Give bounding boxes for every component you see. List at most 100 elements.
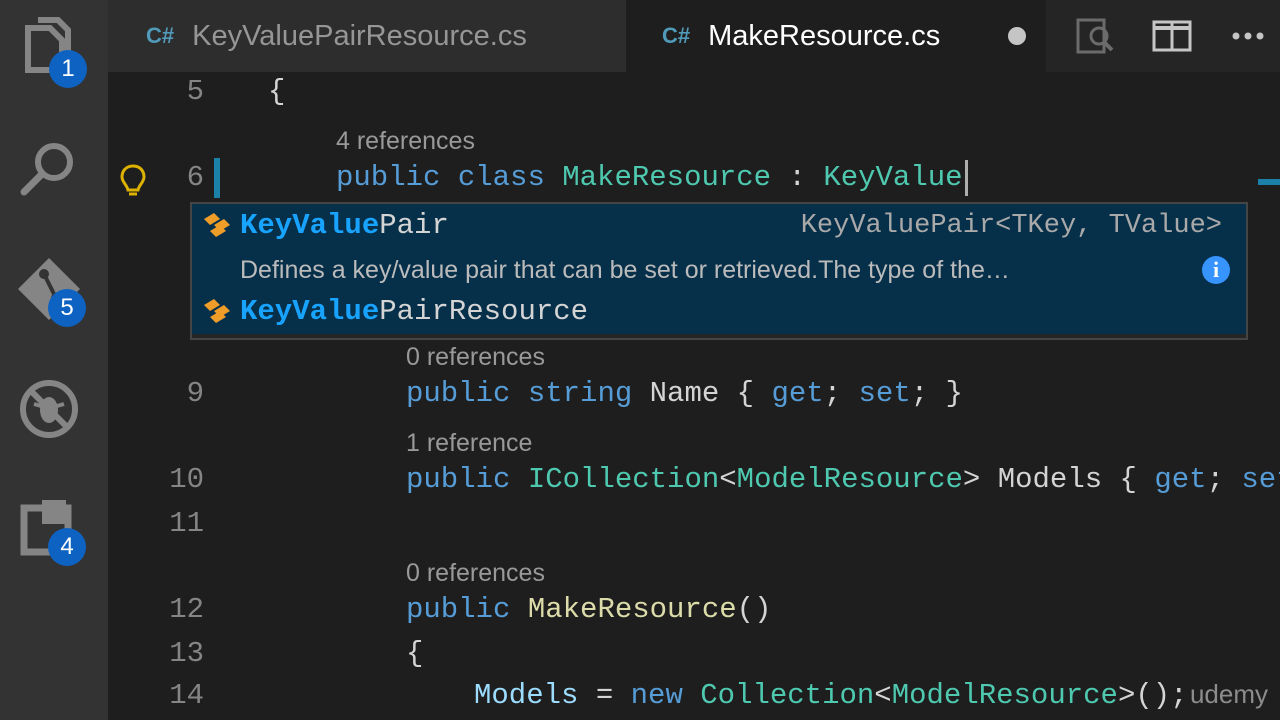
explorer-badge: 1 <box>49 50 87 88</box>
code-text: { <box>406 637 424 670</box>
code-token: >(); <box>1117 679 1188 712</box>
suggest-label: KeyValuePairResource <box>240 290 588 334</box>
suggest-match: KeyValue <box>240 209 380 242</box>
code-token: class <box>457 161 545 194</box>
code-text: public class MakeResource : KeyValue <box>336 158 963 198</box>
line-number: 6 <box>186 161 204 194</box>
code-line[interactable]: 6 public class MakeResource : KeyValue <box>108 158 1280 198</box>
csharp-icon: C# <box>146 23 175 48</box>
code-token: MakeResource <box>527 593 737 626</box>
tab-keyvaluepairresource[interactable]: C# KeyValuePairResource.cs <box>108 0 626 72</box>
code-token: = <box>578 679 631 712</box>
code-text: public MakeResource() <box>406 590 771 630</box>
debug-icon <box>20 380 78 438</box>
extensions-badge: 4 <box>48 528 86 566</box>
code-token: ModelResource <box>891 679 1118 712</box>
code-editor[interactable]: 5{4 references 6 public class MakeResource… <box>108 72 1280 720</box>
code-token: public <box>406 463 511 496</box>
code-token: get <box>771 377 824 410</box>
extensions-button[interactable]: 4 <box>14 494 86 566</box>
code-token: new <box>630 679 683 712</box>
code-line[interactable]: 5{ <box>108 72 1280 112</box>
suggest-documentation: Defines a key/value pair that can be set… <box>240 256 1010 284</box>
code-token: Collection <box>700 679 875 712</box>
code-token: string <box>527 377 633 410</box>
code-text: public string Name { get; set; } <box>406 374 963 414</box>
line-number: 13 <box>169 637 204 670</box>
code-token: public <box>336 161 441 194</box>
line-number: 9 <box>186 377 204 410</box>
code-token: ICollection <box>527 463 720 496</box>
code-text: Models = new Collection<ModelResource>()… <box>474 676 1188 716</box>
info-icon[interactable]: i <box>1202 256 1230 284</box>
code-line[interactable]: 9 public string Name { get; set; } <box>108 374 1280 414</box>
code-token: Models <box>474 679 579 712</box>
suggest-label: KeyValuePair <box>240 204 449 248</box>
code-token: ; <box>1206 463 1242 496</box>
code-token: : <box>771 161 824 194</box>
code-token: get <box>1154 463 1207 496</box>
suggest-match: KeyValue <box>240 295 380 328</box>
scm-badge: 5 <box>48 289 86 327</box>
code-token: ; <box>823 377 859 410</box>
code-token: ; } <box>910 377 963 410</box>
codelens-references[interactable]: 0 references <box>406 556 545 590</box>
line-number: 5 <box>186 75 204 108</box>
tab-makeresource[interactable]: C# MakeResource.cs <box>626 0 1046 72</box>
code-token: set <box>1241 463 1280 496</box>
code-token: set <box>858 377 911 410</box>
suggest-rest: Pair <box>379 209 449 242</box>
udemy-watermark: udemy <box>1189 679 1268 709</box>
code-line[interactable]: 13 { <box>108 634 1280 674</box>
code-line[interactable]: 12 public MakeResource() <box>108 590 1280 630</box>
code-token: public <box>406 377 511 410</box>
line-number: 10 <box>169 463 204 496</box>
debug-button[interactable] <box>14 374 84 444</box>
search-file-icon <box>1076 18 1114 54</box>
split-editor-icon <box>1152 20 1192 52</box>
suggest-rest: PairResource <box>379 295 589 328</box>
class-icon <box>200 209 234 243</box>
code-text: public ICollection<ModelResource> Models… <box>406 460 1280 500</box>
code-token: MakeResource <box>562 161 772 194</box>
code-token: KeyValue <box>823 161 963 194</box>
source-control-button[interactable]: 5 <box>14 254 86 327</box>
ellipsis-icon <box>1232 32 1264 40</box>
suggest-widget[interactable]: KeyValuePair KeyValuePair<TKey, TValue> … <box>190 202 1248 340</box>
code-token: < <box>874 679 892 712</box>
code-token: ModelResource <box>736 463 963 496</box>
line-number: 11 <box>169 507 204 540</box>
tab-label: MakeResource.cs <box>708 19 941 52</box>
open-changes-button[interactable] <box>1074 14 1118 58</box>
text-cursor <box>965 160 968 196</box>
activity-bar: 1 5 4 <box>0 0 108 720</box>
search-button[interactable] <box>14 134 84 204</box>
class-icon <box>200 295 234 329</box>
code-token: public <box>406 593 511 626</box>
code-token: > Models { <box>962 463 1155 496</box>
tab-bar: C# KeyValuePairResource.cs C# MakeResour… <box>108 0 1280 72</box>
code-line[interactable]: 10 public ICollection<ModelResource> Mode… <box>108 460 1280 500</box>
codelens-references[interactable]: 0 references <box>406 340 545 374</box>
explorer-button[interactable]: 1 <box>14 14 87 88</box>
unsaved-dot-icon[interactable] <box>1008 27 1026 45</box>
code-token: < <box>719 463 737 496</box>
line-number: 14 <box>169 679 204 712</box>
code-token: () <box>736 593 772 626</box>
search-icon <box>20 143 73 196</box>
csharp-icon: C# <box>662 23 691 48</box>
line-number: 12 <box>169 593 204 626</box>
code-line[interactable]: 14 Models = new Collection<ModelResource>… <box>108 676 1280 716</box>
split-editor-button[interactable] <box>1150 14 1194 58</box>
codelens-references[interactable]: 1 reference <box>406 426 532 460</box>
code-line[interactable]: 11 <box>108 504 1280 544</box>
codelens-references[interactable]: 4 references <box>336 124 475 158</box>
more-actions-button[interactable] <box>1226 14 1270 58</box>
suggest-item[interactable]: KeyValuePairResource <box>192 290 1246 334</box>
